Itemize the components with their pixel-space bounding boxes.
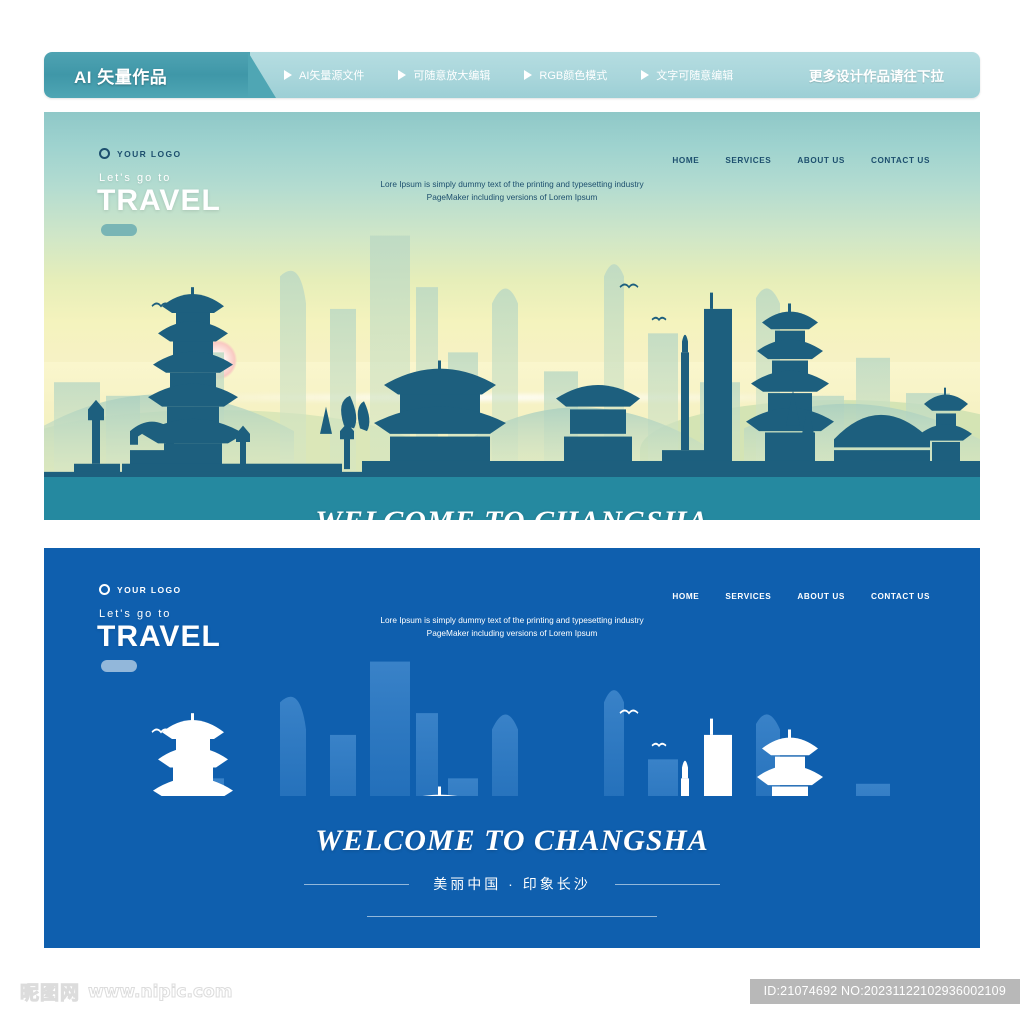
triangle-bullet-icon bbox=[398, 70, 407, 80]
ai-feature-item-3: 文字可随意编辑 bbox=[641, 67, 733, 83]
nav-item-about-us[interactable]: ABOUT US bbox=[797, 156, 845, 165]
banner-blue: YOUR LOGO Let's go to TRAVEL Lore Ipsum … bbox=[44, 548, 980, 948]
subtitle-row-blue: 美丽中国 · 印象长沙 bbox=[304, 874, 720, 894]
ai-feature-item-0: AI矢量源文件 bbox=[284, 67, 364, 83]
nav-teal: HOME SERVICES ABOUT US CONTACT US bbox=[672, 156, 930, 165]
ai-vector-tab[interactable]: AI 矢量作品 bbox=[44, 52, 276, 98]
site-watermark: 昵图网 www.nipic.com bbox=[19, 978, 233, 1005]
ai-feature-label: 可随意放大编辑 bbox=[413, 70, 491, 82]
ai-tab-label: AI 矢量作品 bbox=[74, 67, 168, 87]
ai-feature-item-2: RGB颜色模式 bbox=[524, 67, 607, 83]
watermark-url-label: www.nipic.com bbox=[88, 981, 233, 1002]
subtitle-cn-blue: 美丽中国 · 印象长沙 bbox=[433, 876, 591, 892]
ai-feature-list: AI矢量源文件 可随意放大编辑 RGB颜色模式 文字可随意编辑 更多设计作品请往… bbox=[250, 65, 980, 85]
logo-label: YOUR LOGO bbox=[117, 148, 182, 159]
triangle-bullet-icon bbox=[524, 70, 533, 80]
lorem-line-1: Lore Ipsum is simply dummy text of the p… bbox=[380, 615, 644, 625]
nav-item-home[interactable]: HOME bbox=[672, 156, 699, 165]
accent-pill-teal bbox=[101, 224, 137, 236]
ai-feature-bar: AI 矢量作品 AI矢量源文件 可随意放大编辑 RGB颜色模式 文字可随意编辑 … bbox=[44, 52, 980, 98]
watermark-cn-label: 昵图网 bbox=[19, 983, 81, 1005]
lorem-line-2: PageMaker including versions of Lorem Ip… bbox=[426, 628, 598, 639]
banner-teal: YOUR LOGO Let's go to TRAVEL Lore Ipsum … bbox=[44, 112, 980, 520]
title-band-blue: WELCOME TO CHANGSHA 美丽中国 · 印象长沙 bbox=[44, 796, 980, 946]
rule-right bbox=[614, 883, 720, 885]
accent-pill-blue bbox=[101, 660, 137, 672]
welcome-heading-teal: WELCOME TO CHANGSHA bbox=[315, 505, 709, 520]
nav-blue: HOME SERVICES ABOUT US CONTACT US bbox=[672, 592, 930, 601]
logo-blue[interactable]: YOUR LOGO bbox=[99, 584, 182, 595]
logo-teal[interactable]: YOUR LOGO bbox=[99, 148, 182, 159]
nav-item-about-us[interactable]: ABOUT US bbox=[797, 592, 845, 601]
nav-item-contact-us[interactable]: CONTACT US bbox=[871, 592, 930, 601]
teal-banner-header: YOUR LOGO Let's go to TRAVEL Lore Ipsum … bbox=[44, 112, 980, 236]
rule-bottom-blue bbox=[367, 916, 657, 917]
ai-feature-label: RGB颜色模式 bbox=[539, 70, 608, 82]
ai-feature-item-1: 可随意放大编辑 bbox=[398, 67, 490, 83]
circle-logo-icon bbox=[99, 584, 110, 595]
welcome-heading-blue: WELCOME TO CHANGSHA bbox=[315, 824, 709, 857]
ai-feature-label: 文字可随意编辑 bbox=[656, 70, 734, 82]
circle-logo-icon bbox=[99, 148, 110, 159]
nav-item-services[interactable]: SERVICES bbox=[725, 592, 771, 601]
ai-feature-label: AI矢量源文件 bbox=[299, 70, 365, 82]
triangle-bullet-icon bbox=[641, 70, 650, 80]
nav-item-home[interactable]: HOME bbox=[672, 592, 699, 601]
title-band-teal: WELCOME TO CHANGSHA 美丽中国 · 印象长沙 bbox=[44, 477, 980, 520]
changsha-skyline-teal bbox=[44, 235, 980, 480]
logo-label: YOUR LOGO bbox=[117, 584, 182, 595]
blue-banner-header: YOUR LOGO Let's go to TRAVEL Lore Ipsum … bbox=[44, 548, 980, 672]
rule-left bbox=[304, 883, 410, 885]
lorem-line-1: Lore Ipsum is simply dummy text of the p… bbox=[380, 179, 644, 189]
lorem-line-2: PageMaker including versions of Lorem Ip… bbox=[426, 192, 598, 203]
nav-item-services[interactable]: SERVICES bbox=[725, 156, 771, 165]
nav-item-contact-us[interactable]: CONTACT US bbox=[871, 156, 930, 165]
lorem-text-teal: Lore Ipsum is simply dummy text of the p… bbox=[44, 178, 980, 205]
scroll-for-more-label: 更多设计作品请往下拉 bbox=[809, 69, 944, 84]
image-id-badge: ID:21074692 NO:20231122102936002109 bbox=[749, 979, 1020, 1004]
triangle-bullet-icon bbox=[284, 70, 292, 80]
lorem-text-blue: Lore Ipsum is simply dummy text of the p… bbox=[44, 614, 980, 641]
